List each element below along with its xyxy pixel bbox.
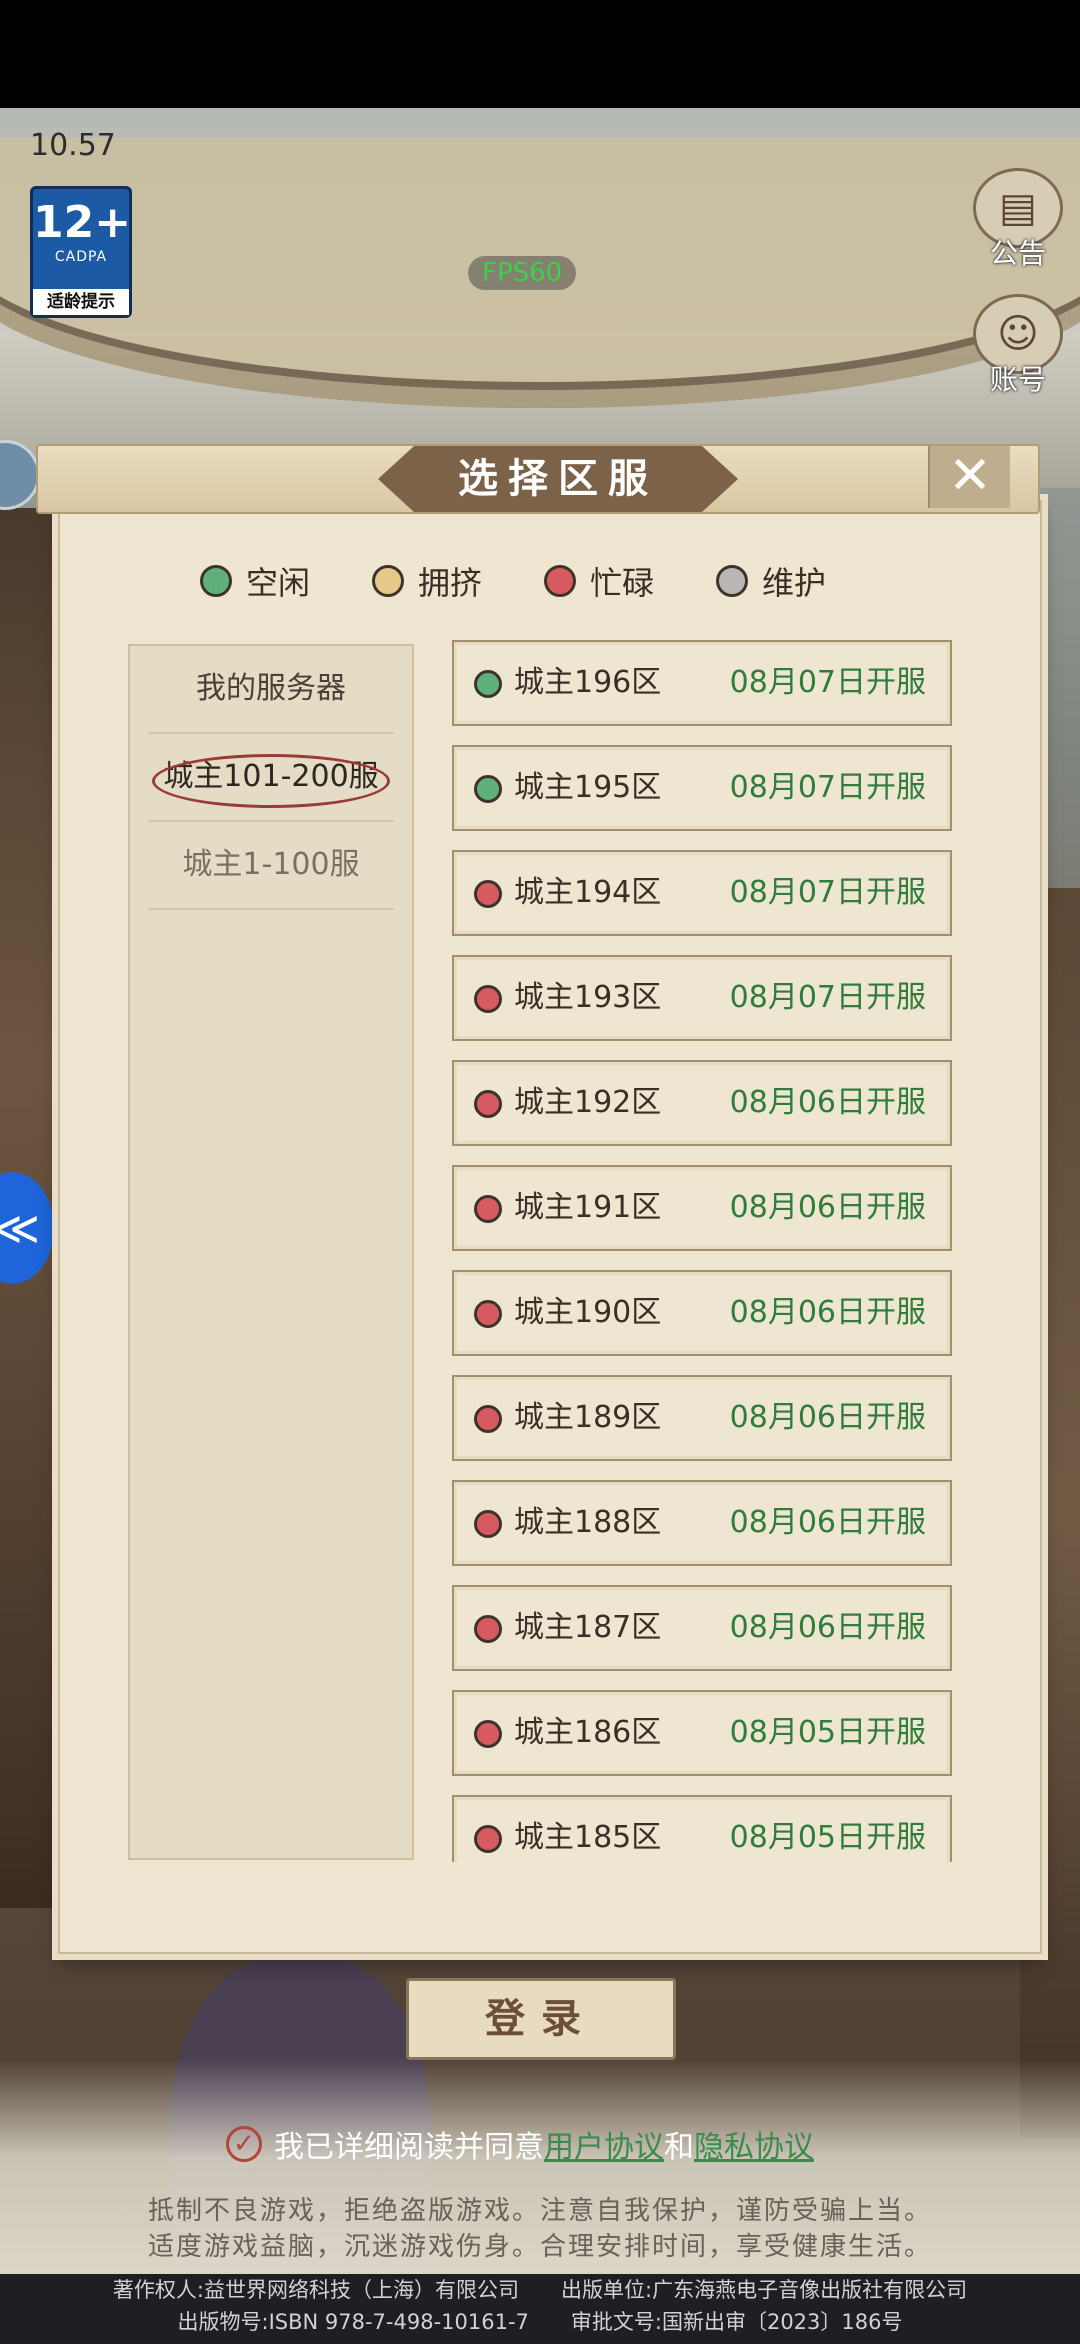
- server-row[interactable]: 城主195区 08月07日开服: [452, 745, 952, 831]
- age-caption: 适龄提示: [33, 289, 129, 315]
- server-name: 城主188区: [514, 1505, 662, 1540]
- privacy-agreement-link[interactable]: 隐私协议: [694, 2122, 814, 2166]
- status-dot-icon: [474, 1510, 502, 1538]
- legend-label: 拥挤: [418, 564, 483, 602]
- yellow-dot-icon: [372, 565, 405, 597]
- server-open-date: 08月05日开服: [729, 1820, 926, 1855]
- legend-idle: 空闲: [200, 556, 310, 606]
- gray-dot-icon: [716, 565, 749, 597]
- copyright-line-2: 出版物号:ISBN 978-7-498-10161-7 审批文号:国新出审〔20…: [177, 2310, 903, 2334]
- legend-label: 忙碌: [590, 564, 655, 602]
- sidebar-item-1-100[interactable]: 城主1-100服: [148, 822, 394, 910]
- server-name: 城主191区: [514, 1190, 662, 1225]
- server-name: 城主189区: [514, 1400, 662, 1435]
- legend-maintenance: 维护: [716, 556, 826, 606]
- server-row[interactable]: 城主192区 08月06日开服: [452, 1060, 952, 1146]
- server-open-date: 08月07日开服: [729, 770, 926, 805]
- login-button[interactable]: 登录: [406, 1978, 676, 2060]
- server-name: 城主194区: [514, 875, 662, 910]
- status-legend: 空闲 拥挤 忙碌 维护: [200, 556, 960, 606]
- server-row[interactable]: 城主190区 08月06日开服: [452, 1270, 952, 1356]
- server-row[interactable]: 城主188区 08月06日开服: [452, 1480, 952, 1566]
- server-open-date: 08月06日开服: [729, 1085, 926, 1120]
- status-dot-icon: [474, 1195, 502, 1223]
- legend-label: 维护: [762, 564, 827, 602]
- server-open-date: 08月05日开服: [729, 1715, 926, 1750]
- age-number: 12+: [33, 197, 132, 248]
- close-button[interactable]: ✕: [928, 446, 1010, 508]
- sidebar-item-101-200[interactable]: 城主101-200服: [148, 734, 394, 822]
- server-open-date: 08月06日开服: [729, 1400, 926, 1435]
- server-name: 城主193区: [514, 980, 662, 1015]
- dialog-title: 选择区服: [458, 456, 658, 502]
- server-open-date: 08月07日开服: [729, 665, 926, 700]
- account-label: 账号: [989, 363, 1046, 396]
- server-row[interactable]: 城主193区 08月07日开服: [452, 955, 952, 1041]
- fps-counter: FPS60: [468, 256, 577, 290]
- dialog-header: 选择区服: [36, 444, 1040, 514]
- status-dot-icon: [474, 1405, 502, 1433]
- clock: 10.57: [30, 128, 116, 163]
- agreement-text: 我已详细阅读并同意: [274, 2130, 544, 2165]
- server-open-date: 08月07日开服: [729, 980, 926, 1015]
- server-open-date: 08月06日开服: [729, 1295, 926, 1330]
- status-dot-icon: [474, 670, 502, 698]
- server-name: 城主185区: [514, 1820, 662, 1855]
- status-dot-icon: [474, 880, 502, 908]
- age-org: CADPA: [54, 249, 108, 265]
- server-row[interactable]: 城主194区 08月07日开服: [452, 850, 952, 936]
- status-dot-icon: [474, 1825, 502, 1853]
- server-open-date: 08月06日开服: [729, 1190, 926, 1225]
- status-dot-icon: [474, 1720, 502, 1748]
- red-dot-icon: [544, 565, 577, 597]
- legend-label: 空闲: [246, 564, 311, 602]
- close-icon: ✕: [948, 446, 992, 506]
- status-dot-icon: [474, 1090, 502, 1118]
- green-dot-icon: [200, 565, 232, 597]
- server-name: 城主187区: [514, 1610, 662, 1645]
- legend-crowded: 拥挤: [372, 556, 482, 606]
- server-open-date: 08月07日开服: [729, 875, 926, 910]
- health-notice-line-2: 适度游戏益脑，沉迷游戏伤身。合理安排时间，享受健康生活。: [147, 2232, 932, 2262]
- status-dot-icon: [474, 1615, 502, 1643]
- server-row[interactable]: 城主189区 08月06日开服: [452, 1375, 952, 1461]
- health-notice-line-1: 抵制不良游戏，拒绝盗版游戏。注意自我保护，谨防受骗上当。: [147, 2196, 932, 2226]
- server-name: 城主196区: [514, 665, 662, 700]
- announcement-label: 公告: [989, 237, 1046, 270]
- legend-busy: 忙碌: [544, 556, 654, 606]
- agreement-row: ✓ 我已详细阅读并同意 用户协议和隐私协议: [226, 2122, 814, 2166]
- copyright-line-1: 著作权人:益世界网络科技（上海）有限公司 出版单位:广东海燕电子音像出版社有限公…: [112, 2278, 968, 2302]
- server-row[interactable]: 城主185区 08月05日开服: [452, 1795, 952, 1862]
- server-open-date: 08月06日开服: [729, 1610, 926, 1645]
- server-open-date: 08月06日开服: [729, 1505, 926, 1540]
- status-dot-icon: [474, 775, 502, 803]
- server-row[interactable]: 城主196区 08月07日开服: [452, 640, 952, 726]
- selected-oval-mark: [152, 754, 390, 808]
- server-row[interactable]: 城主187区 08月06日开服: [452, 1585, 952, 1671]
- server-list[interactable]: 城主196区 08月07日开服 城主195区 08月07日开服 城主194区 08月0…: [452, 640, 957, 1862]
- copyright-footer: 著作权人:益世界网络科技（上海）有限公司 出版单位:广东海燕电子音像出版社有限公…: [0, 2274, 1080, 2344]
- age-rating-badge[interactable]: 12+ CADPA 适龄提示: [30, 186, 132, 318]
- server-group-sidebar: 我的服务器 城主101-200服 城主1-100服: [128, 644, 414, 1860]
- server-name: 城主192区: [514, 1085, 662, 1120]
- agreement-and: 和: [664, 2130, 694, 2165]
- server-row[interactable]: 城主191区 08月06日开服: [452, 1165, 952, 1251]
- announcement-button[interactable]: ▤ 公告: [968, 168, 1068, 278]
- server-row[interactable]: 城主186区 08月05日开服: [452, 1690, 952, 1776]
- status-dot-icon: [474, 985, 502, 1013]
- checkmark-icon[interactable]: ✓: [226, 2126, 262, 2162]
- sidebar-item-my-servers[interactable]: 我的服务器: [148, 646, 394, 734]
- account-button[interactable]: ☺ 账号: [968, 294, 1068, 404]
- status-dot-icon: [474, 1300, 502, 1328]
- server-name: 城主186区: [514, 1715, 662, 1750]
- server-name: 城主195区: [514, 770, 662, 805]
- user-agreement-link[interactable]: 用户协议: [544, 2122, 664, 2166]
- server-name: 城主190区: [514, 1295, 662, 1330]
